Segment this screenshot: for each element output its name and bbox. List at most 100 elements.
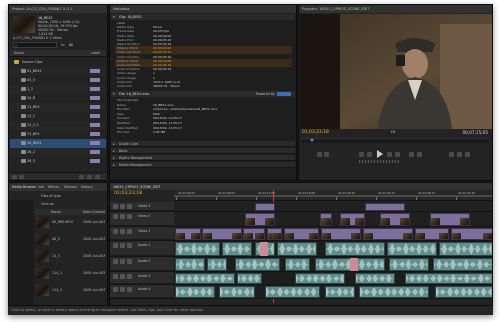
video-clip[interactable] bbox=[267, 228, 282, 240]
audio-clip[interactable] bbox=[207, 258, 227, 271]
tab-markers[interactable]: Markers bbox=[64, 185, 77, 189]
file-metadata-row[interactable]: Created 06/15/09, 11:05:17 bbox=[115, 116, 292, 120]
audio-clip[interactable] bbox=[325, 242, 385, 256]
file-metadata-row[interactable]: File Size 2.82 MB bbox=[115, 130, 292, 134]
track-header[interactable]: Video 2 bbox=[110, 212, 174, 226]
transition-marker[interactable] bbox=[260, 242, 268, 256]
metadata-section[interactable]: ▸ Dublin Core bbox=[111, 141, 295, 147]
safe-margins-button[interactable] bbox=[417, 152, 422, 157]
metadata-row[interactable]: Audio Info 48000 Hz - Stereo bbox=[115, 84, 292, 88]
track-header[interactable]: Audio 2 bbox=[110, 257, 174, 271]
eye-icon[interactable] bbox=[113, 204, 118, 209]
video-clip[interactable] bbox=[255, 203, 275, 211]
timeline-timecode[interactable]: 01;03;23;18 bbox=[114, 191, 142, 196]
lock-icon[interactable] bbox=[120, 204, 125, 209]
audio-clip[interactable] bbox=[219, 286, 255, 298]
file-metadata-row[interactable]: Modified 06/15/09, 11:05:17 bbox=[115, 121, 292, 125]
work-area-bar[interactable] bbox=[174, 195, 492, 197]
metadata-value[interactable]: 06/15/09, 11:05:17 bbox=[153, 126, 182, 130]
audio-clip[interactable] bbox=[175, 242, 220, 256]
audio-clip[interactable] bbox=[435, 286, 492, 298]
export-frame-button[interactable] bbox=[465, 152, 470, 157]
col-name-header[interactable]: Name bbox=[14, 51, 24, 55]
metadata-section[interactable]: ▸ Media Management bbox=[111, 162, 295, 168]
lock-icon[interactable] bbox=[120, 243, 125, 248]
metadata-value[interactable]: 06/15/09, 11:05:17 bbox=[153, 116, 182, 120]
video-clip[interactable] bbox=[321, 228, 361, 240]
playhead-icon[interactable] bbox=[310, 139, 314, 142]
timeline-track[interactable]: Audio 1 bbox=[110, 241, 492, 257]
list-item[interactable]: Source Clips bbox=[10, 58, 106, 67]
timeline-track[interactable]: Audio 2 bbox=[110, 257, 492, 272]
audio-clip[interactable] bbox=[295, 273, 345, 284]
mark-in-button[interactable] bbox=[317, 152, 322, 157]
speaker-icon[interactable] bbox=[113, 274, 118, 279]
metadata-value[interactable]: MOV bbox=[153, 112, 160, 116]
video-clip[interactable] bbox=[380, 213, 410, 226]
video-clip[interactable] bbox=[175, 228, 201, 240]
track-header[interactable]: Audio 1 bbox=[110, 241, 174, 256]
list-item[interactable]: 114_1 2009-Jun-003 bbox=[35, 267, 106, 282]
video-clip[interactable] bbox=[430, 213, 470, 226]
tab-history[interactable]: History bbox=[81, 185, 93, 189]
video-clip[interactable] bbox=[415, 228, 449, 240]
play-button[interactable] bbox=[377, 150, 383, 158]
metadata-section[interactable]: ▸ Basic bbox=[111, 148, 295, 154]
eye-icon[interactable] bbox=[113, 214, 118, 219]
audio-clip[interactable] bbox=[237, 273, 262, 284]
audio-clip[interactable] bbox=[175, 286, 215, 298]
jog-wheel[interactable] bbox=[359, 160, 399, 163]
metadata-value[interactable]: 06/15/09, 11:05:17 bbox=[153, 121, 182, 125]
list-item[interactable]: 12_C bbox=[10, 112, 106, 121]
list-item[interactable]: 12_C-1 bbox=[10, 121, 106, 130]
audio-clip[interactable] bbox=[325, 286, 355, 298]
list-item[interactable]: 00_RB5.MOV 2009-Jun-003 bbox=[35, 216, 106, 231]
project-panel-title[interactable]: Project: /A-CCI_CEA_FOBAB1 0 /1.1 bbox=[9, 5, 107, 13]
track-target-icon[interactable] bbox=[127, 214, 132, 219]
new-item-icon[interactable] bbox=[87, 175, 92, 179]
audio-clip[interactable] bbox=[387, 242, 437, 256]
extract-button[interactable] bbox=[457, 152, 462, 157]
video-clip[interactable] bbox=[365, 203, 405, 211]
lock-icon[interactable] bbox=[120, 287, 125, 292]
video-clip[interactable] bbox=[243, 228, 265, 240]
metadata-value[interactable]: /Volumes/.../Adobe/Premiere/16_BEX1.mov bbox=[153, 107, 217, 111]
lock-icon[interactable] bbox=[120, 229, 125, 234]
speaker-icon[interactable] bbox=[113, 287, 118, 292]
speaker-icon[interactable] bbox=[113, 259, 118, 264]
metadata-section-file[interactable]: ▾ File: 16_BEX1.mov Powered By bbox=[111, 91, 295, 97]
file-metadata-row[interactable]: Type MOV bbox=[115, 112, 292, 116]
list-item[interactable]: 05_5 bbox=[10, 76, 106, 85]
metadata-panel-title[interactable]: Metadata bbox=[110, 5, 296, 13]
browser-col-name[interactable]: Name bbox=[51, 210, 61, 214]
lock-icon[interactable] bbox=[120, 274, 125, 279]
list-item[interactable]: 13_BEX bbox=[10, 130, 106, 139]
list-item[interactable]: 26_3 bbox=[10, 157, 106, 166]
file-metadata-row[interactable]: Date Modified 06/15/09, 11:05:17 bbox=[115, 126, 292, 130]
go-to-out-button[interactable] bbox=[395, 152, 400, 157]
timeline-track[interactable]: Video 1 bbox=[110, 227, 492, 241]
file-metadata-row[interactable]: File Path/Volumes/.../Adobe/Premiere/16_… bbox=[115, 107, 292, 111]
video-clip[interactable] bbox=[202, 228, 242, 240]
trash-icon[interactable] bbox=[95, 175, 100, 179]
track-header[interactable]: Audio 4 bbox=[110, 285, 174, 298]
sequence-tab[interactable]: 16EX1_CIPRIO2_SCENE_EDIT bbox=[113, 185, 160, 189]
track-target-icon[interactable] bbox=[127, 259, 132, 264]
audio-clip[interactable] bbox=[222, 242, 252, 256]
lock-icon[interactable] bbox=[120, 214, 125, 219]
eye-icon[interactable] bbox=[113, 229, 118, 234]
video-clip[interactable] bbox=[284, 228, 319, 240]
timeline-track[interactable]: Audio 4 bbox=[110, 285, 492, 299]
video-clip[interactable] bbox=[363, 228, 413, 240]
timeline-ruler[interactable]: 01;03;04;02 01;03;08;04 01;03;12;06 01;03;1… bbox=[174, 190, 492, 201]
track-target-icon[interactable] bbox=[127, 229, 132, 234]
icon-view-icon[interactable] bbox=[19, 175, 24, 179]
metadata-section-clip[interactable]: ▾ Clip: 16_BEX1 bbox=[111, 14, 295, 20]
track-header[interactable]: Video 1 bbox=[110, 227, 174, 240]
list-item[interactable]: 08_5 2009-Jun-003 bbox=[35, 233, 106, 248]
tab-media-browser[interactable]: Media Browser bbox=[12, 185, 36, 189]
video-clip[interactable] bbox=[245, 213, 275, 226]
track-target-icon[interactable] bbox=[127, 243, 132, 248]
program-scrubber[interactable] bbox=[302, 138, 489, 143]
metadata-section[interactable]: ▸ Rights Management bbox=[111, 155, 295, 161]
